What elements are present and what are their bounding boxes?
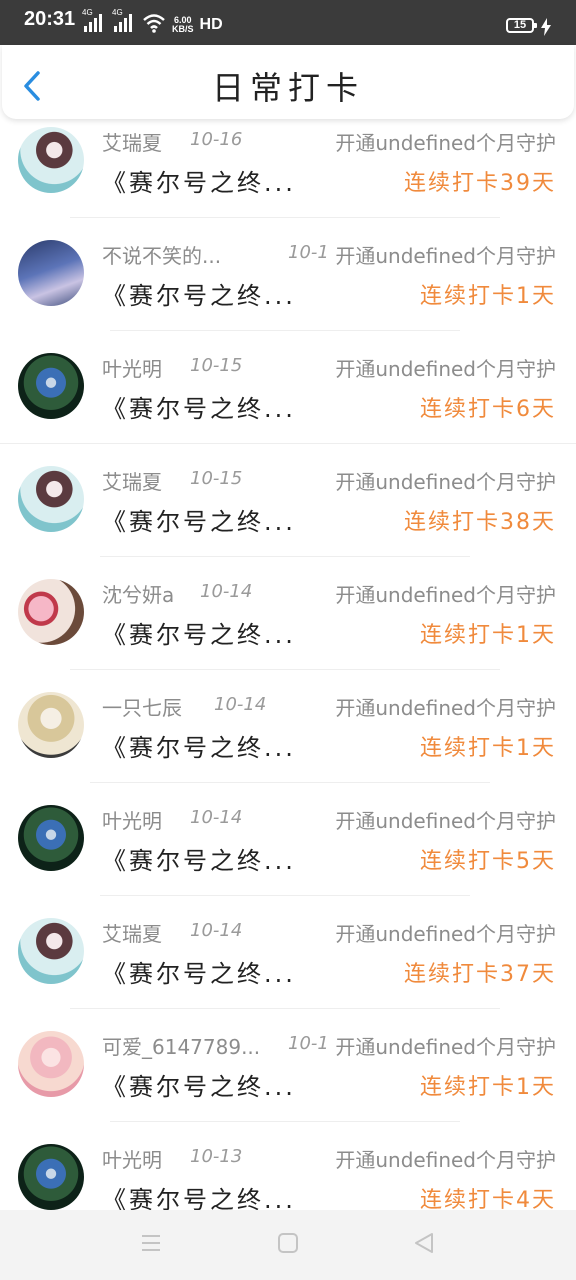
list-item[interactable]: 艾瑞夏 10-16 开通undefined个月守护 《赛尔号之终... 连续打卡… <box>0 117 576 229</box>
guard-text: 开通undefined个月守护 <box>335 696 556 720</box>
streak-text: 连续打卡6天 <box>420 397 556 422</box>
book-title[interactable]: 《赛尔号之终... <box>102 954 296 989</box>
list-item[interactable]: 沈兮妍a 10-14 开通undefined个月守护 《赛尔号之终... 连续打… <box>0 569 576 681</box>
guard-text: 开通undefined个月守护 <box>335 922 556 946</box>
menu-icon[interactable] <box>140 1232 162 1254</box>
system-nav-bar <box>0 1210 576 1280</box>
divider <box>70 217 500 218</box>
user-name[interactable]: 一只七辰 <box>102 692 182 721</box>
divider <box>110 330 460 331</box>
checkin-date: 10-14 <box>200 581 253 602</box>
streak-text: 连续打卡37天 <box>404 962 556 987</box>
book-title[interactable]: 《赛尔号之终... <box>102 841 296 876</box>
user-name[interactable]: 艾瑞夏 <box>102 466 162 495</box>
streak-text: 连续打卡1天 <box>420 284 556 309</box>
streak-text: 连续打卡1天 <box>420 1075 556 1100</box>
checkin-date: 10-15 <box>190 468 243 489</box>
checkin-date: 10-1 <box>288 1033 329 1054</box>
user-name[interactable]: 叶光明 <box>102 353 162 382</box>
list-item[interactable]: 叶光明 10-13 开通undefined个月守护 《赛尔号之终... 连续打卡… <box>0 1134 576 1210</box>
guard-text: 开通undefined个月守护 <box>335 1148 556 1172</box>
avatar[interactable] <box>18 127 84 193</box>
streak-text: 连续打卡1天 <box>420 736 556 761</box>
avatar[interactable] <box>18 466 84 532</box>
signal-icon: 4G <box>82 8 106 34</box>
avatar[interactable] <box>18 579 84 645</box>
guard-text: 开通undefined个月守护 <box>335 470 556 494</box>
user-name[interactable]: 艾瑞夏 <box>102 918 162 947</box>
hd-badge: HD <box>199 16 223 33</box>
avatar[interactable] <box>18 692 84 758</box>
avatar[interactable] <box>18 240 84 306</box>
wifi-icon <box>143 14 165 33</box>
book-title[interactable]: 《赛尔号之终... <box>102 502 296 537</box>
avatar[interactable] <box>18 918 84 984</box>
list-item[interactable]: 可爱_6147789... 10-1 开通undefined个月守护 《赛尔号之… <box>0 1021 576 1133</box>
guard-text: 开通undefined个月守护 <box>335 131 556 155</box>
battery-icon: 15 <box>506 18 537 33</box>
divider <box>100 895 470 896</box>
user-name[interactable]: 沈兮妍a <box>102 579 174 608</box>
book-title[interactable]: 《赛尔号之终... <box>102 1180 296 1210</box>
avatar[interactable] <box>18 1144 84 1210</box>
divider <box>70 1008 500 1009</box>
user-name[interactable]: 艾瑞夏 <box>102 127 162 156</box>
page-title: 日常打卡 <box>211 69 364 107</box>
book-title[interactable]: 《赛尔号之终... <box>102 1067 296 1102</box>
book-title[interactable]: 《赛尔号之终... <box>102 276 296 311</box>
checkin-date: 10-13 <box>190 1146 243 1167</box>
status-icons: 4G 4G 6.00 KB/S HD <box>82 8 223 34</box>
checkin-list[interactable]: 艾瑞夏 10-16 开通undefined个月守护 《赛尔号之终... 连续打卡… <box>0 117 576 1210</box>
book-title[interactable]: 《赛尔号之终... <box>102 728 296 763</box>
home-square-icon[interactable] <box>277 1232 299 1254</box>
divider <box>110 1121 460 1122</box>
checkin-date: 10-15 <box>190 355 243 376</box>
back-triangle-icon[interactable] <box>413 1232 435 1254</box>
list-item[interactable]: 艾瑞夏 10-14 开通undefined个月守护 《赛尔号之终... 连续打卡… <box>0 908 576 1020</box>
guard-text: 开通undefined个月守护 <box>335 809 556 833</box>
status-time: 20:31 <box>24 8 76 30</box>
book-title[interactable]: 《赛尔号之终... <box>102 615 296 650</box>
book-title[interactable]: 《赛尔号之终... <box>102 389 296 424</box>
network-speed: 6.00 KB/S <box>172 15 194 34</box>
divider <box>0 443 576 444</box>
user-name[interactable]: 不说不笑的... <box>102 240 221 269</box>
checkin-date: 10-14 <box>190 920 243 941</box>
divider <box>100 556 470 557</box>
checkin-date: 10-14 <box>190 807 243 828</box>
streak-text: 连续打卡38天 <box>404 510 556 535</box>
checkin-date: 10-14 <box>214 694 267 715</box>
list-item[interactable]: 一只七辰 10-14 开通undefined个月守护 《赛尔号之终... 连续打… <box>0 682 576 794</box>
header-bar: 日常打卡 <box>2 45 574 119</box>
list-item[interactable]: 叶光明 10-15 开通undefined个月守护 《赛尔号之终... 连续打卡… <box>0 343 576 455</box>
checkin-date: 10-16 <box>190 129 243 150</box>
list-item[interactable]: 叶光明 10-14 开通undefined个月守护 《赛尔号之终... 连续打卡… <box>0 795 576 907</box>
divider <box>90 782 490 783</box>
avatar[interactable] <box>18 1031 84 1097</box>
list-item[interactable]: 不说不笑的... 10-1 开通undefined个月守护 《赛尔号之终... … <box>0 230 576 342</box>
user-name[interactable]: 叶光明 <box>102 805 162 834</box>
signal-icon-2: 4G <box>112 8 136 34</box>
streak-text: 连续打卡4天 <box>420 1188 556 1210</box>
user-name[interactable]: 叶光明 <box>102 1144 162 1173</box>
guard-text: 开通undefined个月守护 <box>335 583 556 607</box>
charging-icon <box>541 18 551 36</box>
list-item[interactable]: 艾瑞夏 10-15 开通undefined个月守护 《赛尔号之终... 连续打卡… <box>0 456 576 568</box>
guard-text: 开通undefined个月守护 <box>335 240 556 269</box>
streak-text: 连续打卡1天 <box>420 623 556 648</box>
guard-text: 开通undefined个月守护 <box>335 357 556 381</box>
status-bar: 20:31 4G 4G 6.00 KB/S HD 15 <box>0 0 576 45</box>
divider <box>70 669 500 670</box>
checkin-date: 10-1 <box>288 242 329 263</box>
user-name[interactable]: 可爱_6147789... <box>102 1031 260 1060</box>
avatar[interactable] <box>18 805 84 871</box>
streak-text: 连续打卡5天 <box>420 849 556 874</box>
streak-text: 连续打卡39天 <box>404 171 556 196</box>
book-title[interactable]: 《赛尔号之终... <box>102 163 296 198</box>
guard-text: 开通undefined个月守护 <box>335 1031 556 1060</box>
avatar[interactable] <box>18 353 84 419</box>
